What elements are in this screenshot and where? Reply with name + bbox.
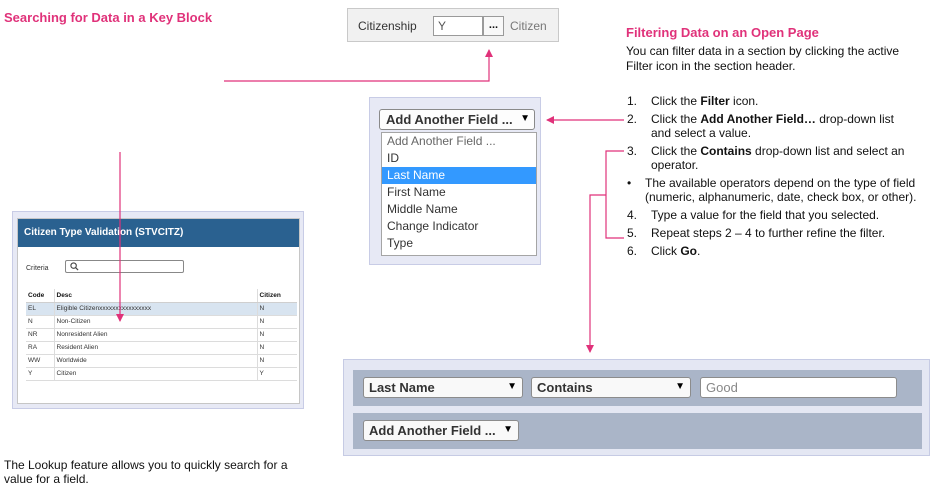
arrow-to-filter-bar [586, 194, 606, 353]
callout-arrows [116, 49, 624, 353]
arrow-to-key-block [224, 49, 493, 82]
bracket-steps [605, 150, 624, 239]
